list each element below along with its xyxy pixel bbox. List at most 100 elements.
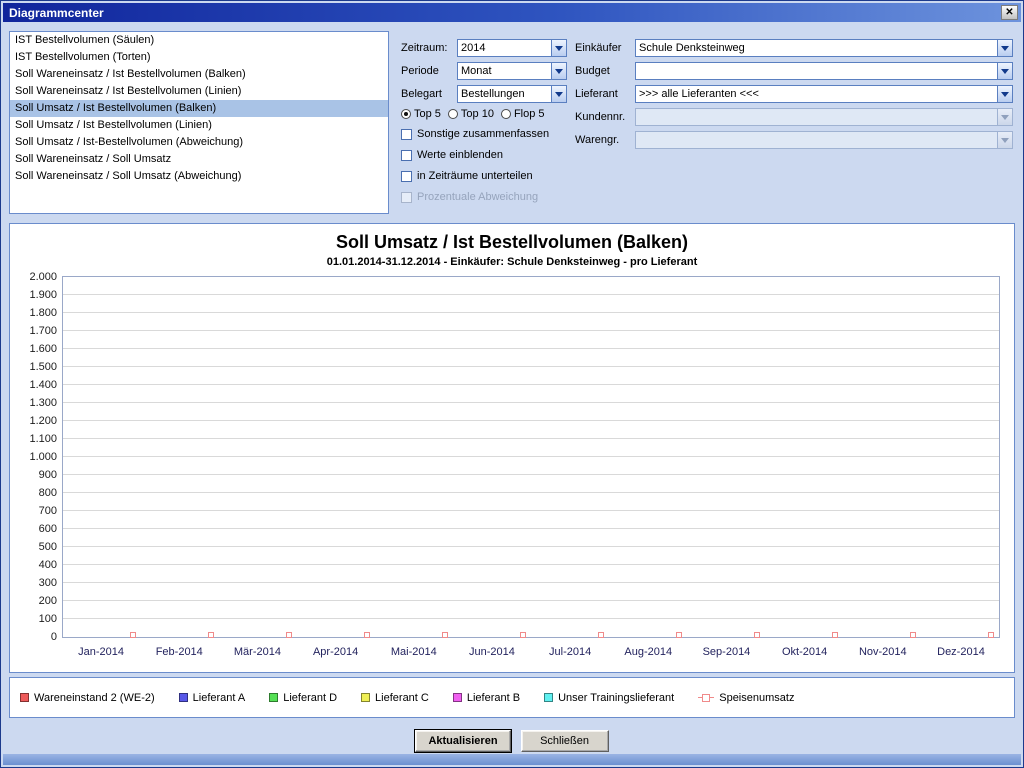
- lieferant-row: Lieferant >>> alle Lieferanten <<<: [575, 85, 1013, 103]
- list-item[interactable]: Soll Wareneinsatz / Soll Umsatz (Abweich…: [10, 168, 388, 185]
- line-point-marker: [130, 632, 136, 638]
- x-axis-tick-label: Jan-2014: [62, 646, 140, 662]
- title-bar: Diagrammcenter ✕: [3, 3, 1021, 22]
- line-point-marker: [208, 632, 214, 638]
- legend-color-swatch-icon: [20, 693, 29, 702]
- line-point-marker: [910, 632, 916, 638]
- chevron-down-icon[interactable]: [997, 63, 1012, 79]
- kundennr-row: Kundennr.: [575, 108, 1013, 126]
- y-axis-tick-label: 1.200: [29, 415, 57, 427]
- radio-top-10[interactable]: Top 10: [448, 108, 494, 120]
- x-axis-tick-label: Apr-2014: [297, 646, 375, 662]
- chart-panel: Soll Umsatz / Ist Bestellvolumen (Balken…: [9, 223, 1015, 673]
- list-item[interactable]: IST Bestellvolumen (Torten): [10, 49, 388, 66]
- chevron-down-icon: [997, 109, 1012, 125]
- belegart-label: Belegart: [401, 88, 457, 100]
- chart-subtitle: 01.01.2014-31.12.2014 - Einkäufer: Schul…: [10, 256, 1014, 268]
- warengr-value: [636, 132, 997, 148]
- chevron-down-icon[interactable]: [551, 63, 566, 79]
- radio-label: Top 10: [461, 108, 494, 120]
- list-item[interactable]: Soll Wareneinsatz / Ist Bestellvolumen (…: [10, 66, 388, 83]
- checkbox-label: Prozentuale Abweichung: [417, 191, 538, 203]
- lieferant-value: >>> alle Lieferanten <<<: [636, 86, 997, 102]
- lieferant-label: Lieferant: [575, 88, 635, 100]
- y-axis-tick-label: 1.900: [29, 289, 57, 301]
- y-axis-tick-label: 400: [39, 559, 57, 571]
- list-item[interactable]: Soll Wareneinsatz / Ist Bestellvolumen (…: [10, 83, 388, 100]
- bar-group: [921, 277, 999, 637]
- legend-item: Lieferant A: [179, 692, 246, 704]
- y-axis-tick-label: 0: [51, 631, 57, 643]
- legend-color-swatch-icon: [544, 693, 553, 702]
- chart-type-list[interactable]: IST Bestellvolumen (Säulen)IST Bestellvo…: [9, 31, 389, 214]
- line-point-marker: [286, 632, 292, 638]
- einkaeufer-label: Einkäufer: [575, 42, 635, 54]
- chart-title: Soll Umsatz / Ist Bestellvolumen (Balken…: [10, 232, 1014, 253]
- x-axis-tick-label: Mai-2014: [375, 646, 453, 662]
- periode-select[interactable]: Monat: [457, 62, 567, 80]
- legend-label: Wareneinstand 2 (WE-2): [34, 692, 155, 704]
- radio-top-5[interactable]: Top 5: [401, 108, 441, 120]
- legend-item: Lieferant D: [269, 692, 337, 704]
- checkbox-row[interactable]: Werte einblenden: [401, 149, 567, 161]
- x-axis-tick-label: Jun-2014: [453, 646, 531, 662]
- schliessen-button[interactable]: Schließen: [521, 730, 609, 752]
- selector-panel: Einkäufer Schule Denksteinweg Budget Lie…: [575, 33, 1013, 154]
- close-icon[interactable]: ✕: [1001, 5, 1018, 20]
- filter-panel: Zeitraum: 2014 Periode Monat Belegart Be…: [401, 33, 567, 212]
- window-title: Diagrammcenter: [9, 6, 1001, 20]
- bar-group: [687, 277, 765, 637]
- radio-icon: [401, 109, 411, 119]
- budget-label: Budget: [575, 65, 635, 77]
- checkbox-row[interactable]: in Zeiträume unterteilen: [401, 170, 567, 182]
- zeitraum-value: 2014: [458, 40, 551, 56]
- periode-value: Monat: [458, 63, 551, 79]
- checkbox-row[interactable]: Sonstige zusammenfassen: [401, 128, 567, 140]
- bar-group: [63, 277, 141, 637]
- legend-color-swatch-icon: [361, 693, 370, 702]
- radio-label: Top 5: [414, 108, 441, 120]
- line-point-marker: [754, 632, 760, 638]
- bar-groups: [63, 277, 999, 637]
- list-item[interactable]: Soll Umsatz / Ist-Bestellvolumen (Abweic…: [10, 134, 388, 151]
- chevron-down-icon[interactable]: [997, 40, 1012, 56]
- y-axis-tick-label: 1.100: [29, 433, 57, 445]
- list-item[interactable]: Soll Wareneinsatz / Soll Umsatz: [10, 151, 388, 168]
- aktualisieren-button[interactable]: Aktualisieren: [415, 730, 510, 752]
- chevron-down-icon[interactable]: [551, 40, 566, 56]
- lieferant-select[interactable]: >>> alle Lieferanten <<<: [635, 85, 1013, 103]
- chevron-down-icon[interactable]: [997, 86, 1012, 102]
- y-axis-tick-label: 1.000: [29, 451, 57, 463]
- warengr-select: [635, 131, 1013, 149]
- x-axis-tick-label: Dez-2014: [922, 646, 1000, 662]
- einkaeufer-select[interactable]: Schule Denksteinweg: [635, 39, 1013, 57]
- kundennr-select: [635, 108, 1013, 126]
- window-bottom-frame: [3, 754, 1021, 765]
- legend-color-swatch-icon: [179, 693, 188, 702]
- y-axis-tick-label: 1.500: [29, 361, 57, 373]
- y-axis-tick-label: 300: [39, 577, 57, 589]
- list-item[interactable]: Soll Umsatz / Ist Bestellvolumen (Balken…: [10, 100, 388, 117]
- legend-label: Lieferant D: [283, 692, 337, 704]
- radio-icon: [448, 109, 458, 119]
- zeitraum-select[interactable]: 2014: [457, 39, 567, 57]
- list-item[interactable]: Soll Umsatz / Ist Bestellvolumen (Linien…: [10, 117, 388, 134]
- budget-select[interactable]: [635, 62, 1013, 80]
- checkbox-icon: [401, 171, 412, 182]
- checkbox-icon: [401, 150, 412, 161]
- periode-row: Periode Monat: [401, 62, 567, 80]
- line-point-marker: [520, 632, 526, 638]
- x-axis-tick-label: Nov-2014: [844, 646, 922, 662]
- belegart-select[interactable]: Bestellungen: [457, 85, 567, 103]
- line-point-marker: [364, 632, 370, 638]
- list-item[interactable]: IST Bestellvolumen (Säulen): [10, 32, 388, 49]
- y-axis-tick-label: 100: [39, 613, 57, 625]
- radio-flop-5[interactable]: Flop 5: [501, 108, 545, 120]
- bar-group: [609, 277, 687, 637]
- y-axis-tick-label: 2.000: [29, 271, 57, 283]
- y-axis-tick-label: 1.400: [29, 379, 57, 391]
- kundennr-label: Kundennr.: [575, 111, 635, 123]
- chevron-down-icon[interactable]: [551, 86, 566, 102]
- chevron-down-icon: [997, 132, 1012, 148]
- diagrammcenter-window: Diagrammcenter ✕ IST Bestellvolumen (Säu…: [0, 0, 1024, 768]
